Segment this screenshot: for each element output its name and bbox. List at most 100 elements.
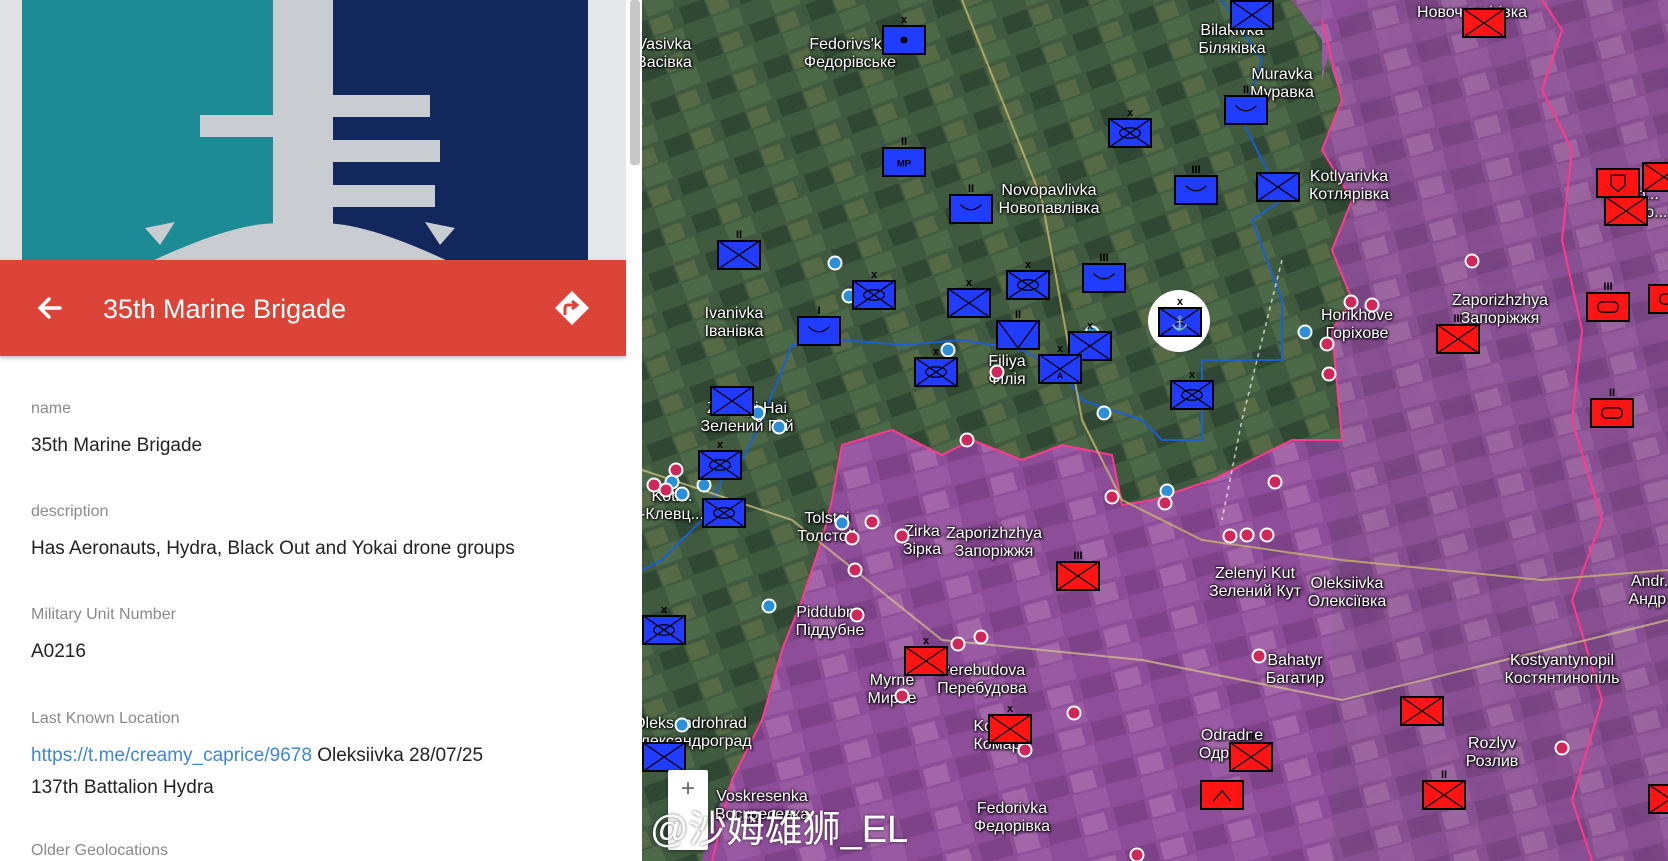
ua-unit-marker[interactable] — [702, 498, 746, 528]
map-label: Andr...Андр... — [1628, 573, 1668, 608]
ua-unit-marker[interactable]: x — [1170, 369, 1214, 410]
ua-unit-marines-marker[interactable]: II — [949, 183, 993, 224]
panel-header: 35th Marine Brigade — [0, 260, 626, 356]
ua-position-marker[interactable] — [674, 717, 690, 733]
map-label: Kotlyarivka Котлярівка — [1308, 168, 1390, 203]
ru-unit-marker[interactable] — [1400, 696, 1444, 726]
ua-position-marker[interactable] — [761, 598, 777, 614]
ua-unit-marker[interactable]: x — [642, 604, 686, 645]
field-value: A0216 — [31, 641, 86, 662]
ua-position-marker[interactable] — [834, 515, 850, 531]
ru-position-marker[interactable] — [668, 462, 684, 478]
page-title: 35th Marine Brigade — [103, 294, 347, 324]
ru-unit-marker[interactable]: II — [1422, 769, 1466, 810]
source-link[interactable]: https://t.me/creamy_caprice/9678 — [31, 745, 312, 766]
directions-button[interactable] — [552, 288, 592, 328]
directions-icon — [555, 291, 589, 325]
ru-position-marker[interactable] — [1319, 336, 1335, 352]
ru-position-marker[interactable] — [1464, 253, 1480, 269]
ua-unit-marines-marker[interactable]: III — [1174, 164, 1218, 205]
ru-unit-armor-marker[interactable]: III — [1586, 281, 1630, 322]
field-unit-number: Military Unit Number A0216 — [31, 606, 176, 668]
panel-scrollbar[interactable] — [630, 0, 640, 165]
ru-position-marker[interactable] — [1157, 495, 1173, 511]
ru-position-marker[interactable] — [1321, 366, 1337, 382]
ru-position-marker[interactable] — [894, 688, 910, 704]
ru-position-marker[interactable] — [1364, 297, 1380, 313]
ua-unit-marker[interactable]: x — [1006, 259, 1050, 300]
map-label: Kostyantynopil Костянтинопіль — [1504, 652, 1620, 687]
ru-position-marker[interactable] — [894, 528, 910, 544]
ru-unit-marker[interactable] — [1648, 784, 1668, 814]
ru-position-marker[interactable] — [1267, 474, 1283, 490]
map-label: Ivanivka Іванівка — [704, 305, 764, 340]
ru-position-marker[interactable] — [1222, 528, 1238, 544]
field-label: description — [31, 503, 109, 520]
field-label: Last Known Location — [31, 710, 180, 727]
ru-position-marker[interactable] — [1066, 705, 1082, 721]
ru-unit-marker[interactable] — [1642, 162, 1668, 192]
ru-unit-marker[interactable]: x — [988, 703, 1032, 744]
ru-position-marker[interactable] — [950, 636, 966, 652]
ua-position-marker[interactable] — [674, 486, 690, 502]
field-description: description Has Aeronauts, Hydra, Black … — [31, 503, 515, 565]
ru-position-marker[interactable] — [1129, 847, 1145, 861]
ru-unit-marker[interactable]: III — [1056, 550, 1100, 591]
field-last-location: Last Known Location https://t.me/creamy_… — [31, 710, 483, 804]
ru-position-marker[interactable] — [847, 562, 863, 578]
ru-unit-marker[interactable] — [1200, 780, 1244, 810]
ua-unit-marker[interactable]: II — [717, 229, 761, 270]
ua-unit-marker[interactable] — [1256, 172, 1300, 202]
ua-unit-artillery-marker[interactable]: II — [996, 309, 1040, 350]
ru-position-marker[interactable] — [1104, 489, 1120, 505]
ua-position-marker[interactable] — [1096, 405, 1112, 421]
unit-text: MP — [897, 158, 912, 169]
ru-position-marker[interactable] — [1554, 740, 1570, 756]
map-view[interactable]: Fedorivs'ka Федорівське Bilakivka Біляківк… — [642, 0, 1668, 861]
ru-unit-marker[interactable] — [1648, 284, 1668, 314]
back-button[interactable] — [30, 288, 70, 328]
ru-unit-marker[interactable]: II — [1229, 731, 1273, 772]
ru-position-marker[interactable] — [849, 607, 865, 623]
ru-unit-marker[interactable] — [1462, 8, 1506, 38]
ua-unit-marines-marker[interactable]: I — [797, 305, 841, 346]
ua-unit-marker[interactable]: x — [914, 346, 958, 387]
ua-unit-marker[interactable]: x — [947, 277, 991, 318]
ru-position-marker[interactable] — [844, 530, 860, 546]
ru-position-marker[interactable] — [646, 477, 662, 493]
ua-unit-marker[interactable]: x — [1108, 107, 1152, 148]
ua-unit-marker[interactable] — [642, 742, 686, 772]
ru-unit-marker[interactable]: III — [1436, 313, 1480, 354]
ru-unit-marker[interactable] — [1596, 168, 1640, 198]
ru-position-marker[interactable] — [973, 629, 989, 645]
ua-unit-marker[interactable]: x — [698, 439, 742, 480]
ua-unit-military-police-marker[interactable]: II MP — [882, 136, 926, 177]
ru-position-marker[interactable] — [989, 364, 1005, 380]
ua-position-marker[interactable] — [1297, 324, 1313, 340]
ru-position-marker[interactable] — [1239, 527, 1255, 543]
ua-position-marker[interactable] — [827, 255, 843, 271]
ua-unit-hq-marker[interactable]: x — [882, 14, 926, 55]
selected-unit-35th-marine-brigade[interactable]: x ⚓ — [1158, 296, 1202, 337]
ua-position-marker[interactable] — [771, 419, 787, 435]
ua-unit-marker[interactable] — [1230, 0, 1274, 30]
ru-position-marker[interactable] — [1251, 648, 1267, 664]
ua-unit-marines-marker[interactable]: III — [1082, 252, 1126, 293]
ru-position-marker[interactable] — [1343, 294, 1359, 310]
ru-unit-marker[interactable] — [1604, 196, 1648, 226]
ru-position-marker[interactable] — [1259, 527, 1275, 543]
unit-text: A — [1057, 371, 1064, 381]
ru-unit-marker[interactable]: x — [904, 635, 948, 676]
ru-position-marker[interactable] — [959, 432, 975, 448]
brigade-emblem — [0, 0, 626, 262]
ru-position-marker[interactable] — [1017, 742, 1033, 758]
ua-unit-marines-marker[interactable]: II — [1224, 84, 1268, 125]
ru-position-marker[interactable] — [864, 514, 880, 530]
ru-unit-armor-marker[interactable]: II — [1590, 387, 1634, 428]
ua-unit-marker[interactable] — [710, 386, 754, 416]
ua-unit-marker[interactable]: xA — [1038, 343, 1082, 384]
ua-unit-marker[interactable]: x — [852, 269, 896, 310]
map-label: Bahatyr Багатир — [1265, 652, 1325, 687]
field-label: Older Geolocations — [31, 842, 168, 859]
field-label: Military Unit Number — [31, 606, 176, 623]
